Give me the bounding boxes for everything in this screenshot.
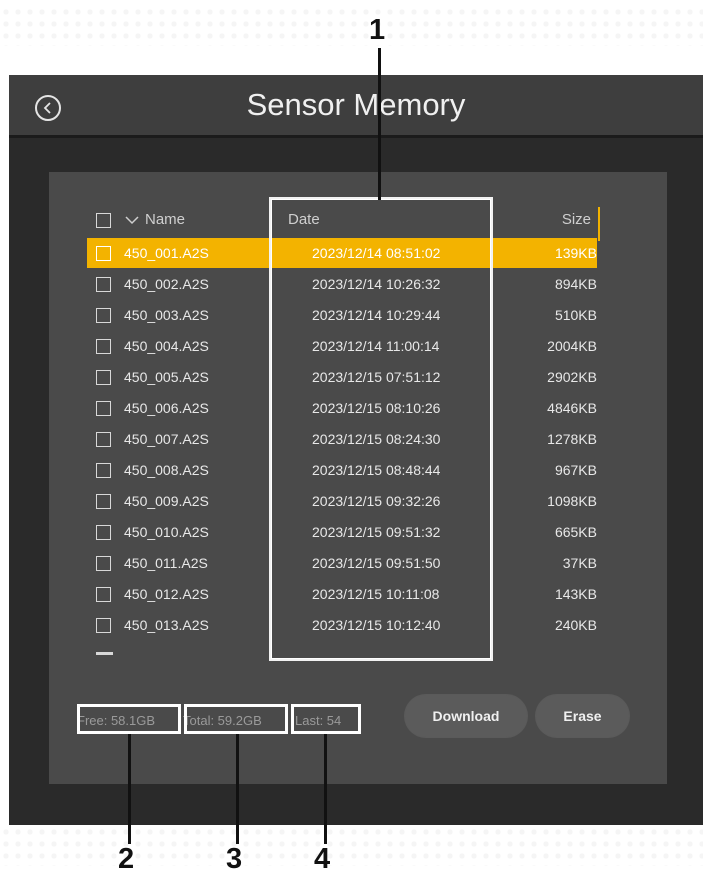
file-name: 450_005.A2S (124, 369, 209, 385)
background-pattern (0, 826, 703, 866)
file-size: 139KB (554, 245, 597, 261)
file-size: 2004KB (547, 338, 597, 354)
callout-number-1: 1 (369, 14, 386, 46)
row-checkbox[interactable] (96, 618, 111, 633)
callout-leader-3 (236, 734, 239, 844)
column-header-name[interactable]: Name (145, 209, 185, 231)
file-name: 450_001.A2S (124, 245, 209, 261)
callout-number-2: 2 (118, 843, 135, 875)
file-name: 450_003.A2S (124, 307, 209, 323)
chevron-down-icon[interactable] (125, 214, 139, 226)
file-size: 967KB (554, 462, 597, 478)
file-size: 894KB (554, 276, 597, 292)
file-size: 4846KB (547, 400, 597, 416)
file-size: 240KB (554, 617, 597, 633)
partial-row-checkbox (96, 652, 113, 655)
callout-number-3: 3 (226, 843, 243, 875)
file-name: 450_011.A2S (124, 555, 208, 571)
row-checkbox[interactable] (96, 494, 111, 509)
file-name: 450_007.A2S (124, 431, 209, 447)
row-checkbox[interactable] (96, 463, 111, 478)
callout-box-last (291, 704, 361, 734)
row-checkbox[interactable] (96, 308, 111, 323)
file-name: 450_002.A2S (124, 276, 209, 292)
column-header-size[interactable]: Size (559, 209, 591, 231)
callout-box-total (184, 704, 288, 734)
row-checkbox[interactable] (96, 246, 111, 261)
file-size: 665KB (554, 524, 597, 540)
file-name: 450_004.A2S (124, 338, 209, 354)
row-checkbox[interactable] (96, 556, 111, 571)
row-checkbox[interactable] (96, 525, 111, 540)
file-size: 37KB (562, 555, 597, 571)
row-checkbox[interactable] (96, 587, 111, 602)
callout-box-date-column (269, 197, 493, 661)
select-all-checkbox[interactable] (96, 213, 111, 228)
download-button[interactable]: Download (405, 695, 527, 737)
callout-box-free (77, 704, 181, 734)
title-bar: Sensor Memory (9, 75, 703, 138)
erase-button[interactable]: Erase (536, 695, 629, 737)
file-size: 143KB (554, 586, 597, 602)
file-name: 450_009.A2S (124, 493, 209, 509)
file-size: 510KB (554, 307, 597, 323)
callout-leader-4 (324, 734, 327, 844)
row-checkbox[interactable] (96, 370, 111, 385)
file-name: 450_012.A2S (124, 586, 209, 602)
background-pattern (0, 6, 703, 46)
callout-leader-1 (378, 48, 381, 200)
page-title: Sensor Memory (246, 87, 466, 122)
file-name: 450_008.A2S (124, 462, 209, 478)
scrollbar-thumb[interactable] (598, 207, 600, 241)
callout-leader-2 (128, 734, 131, 844)
file-size: 1278KB (547, 431, 597, 447)
file-name: 450_010.A2S (124, 524, 209, 540)
callout-number-4: 4 (314, 843, 331, 875)
file-name: 450_013.A2S (124, 617, 209, 633)
file-name: 450_006.A2S (124, 400, 209, 416)
row-checkbox[interactable] (96, 339, 111, 354)
file-size: 2902KB (547, 369, 597, 385)
row-checkbox[interactable] (96, 277, 111, 292)
row-checkbox[interactable] (96, 432, 111, 447)
row-checkbox[interactable] (96, 401, 111, 416)
file-size: 1098KB (547, 493, 597, 509)
